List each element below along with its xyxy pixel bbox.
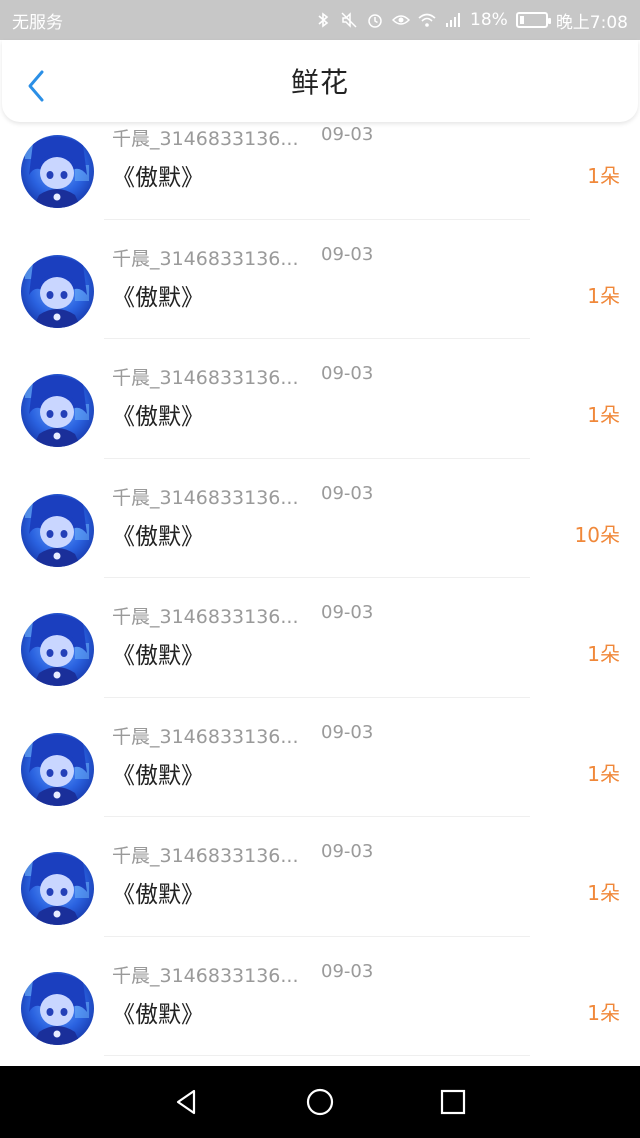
signal-icon <box>446 13 461 27</box>
avatar[interactable] <box>21 374 94 447</box>
list-item[interactable]: 千晨_3146833136... 09-03 《傲默》 10朵 <box>0 459 640 578</box>
page-title: 鲜花 <box>290 66 349 99</box>
flower-count: 1朵 <box>587 881 620 905</box>
flower-count: 1朵 <box>587 283 620 308</box>
back-triangle-icon <box>176 1089 195 1115</box>
avatar[interactable] <box>21 493 94 567</box>
eye-icon <box>392 15 411 25</box>
list-item[interactable]: 千晨_3146833136... 09-03 《傲默》 1朵 <box>0 698 640 817</box>
back-button[interactable] <box>22 66 52 106</box>
book-title: 《傲默》 <box>112 762 204 789</box>
book-title: 《傲默》 <box>112 284 204 311</box>
avatar-image <box>21 254 94 328</box>
status-icons: 18% 晚上7:08 <box>314 8 628 33</box>
alarm-icon <box>368 14 382 28</box>
user-name: 千晨_3146833136... <box>112 845 299 867</box>
home-circle-icon <box>306 1088 334 1116</box>
battery-icon <box>515 12 551 28</box>
system-home-button[interactable] <box>300 1082 340 1122</box>
book-title: 《傲默》 <box>112 643 204 669</box>
list-item[interactable]: 千晨_3146833136... 09-03 《傲默》 1朵 <box>0 937 640 1056</box>
book-title: 《傲默》 <box>112 165 204 191</box>
carrier-label: 无服务 <box>12 12 63 33</box>
item-date: 09-03 <box>321 243 374 265</box>
item-date: 09-03 <box>321 602 374 623</box>
avatar-image <box>21 493 94 567</box>
avatar-image <box>21 135 94 208</box>
user-name: 千晨_3146833136... <box>112 486 299 509</box>
divider <box>104 1055 530 1056</box>
flower-count: 1朵 <box>587 164 620 188</box>
user-name: 千晨_3146833136... <box>112 247 299 270</box>
avatar[interactable] <box>21 732 94 806</box>
nav-bar: 鲜花 <box>2 40 638 122</box>
list-item[interactable]: 千晨_3146833136... 09-03 《傲默》 1朵 <box>0 578 640 698</box>
flower-count: 1朵 <box>587 761 620 786</box>
book-title: 《傲默》 <box>112 882 204 908</box>
system-back-button[interactable] <box>167 1082 207 1122</box>
status-bar: 无服务 18% 晚上7:08 <box>0 0 640 40</box>
list-item[interactable]: 千晨_3146833136... 09-03 《傲默》 1朵 <box>0 220 640 339</box>
avatar[interactable] <box>21 135 94 208</box>
avatar[interactable] <box>21 971 94 1045</box>
flower-count: 1朵 <box>587 1000 620 1025</box>
flower-count: 1朵 <box>587 403 620 427</box>
battery-fill <box>519 16 524 24</box>
avatar-image <box>21 374 94 447</box>
user-name: 千晨_3146833136... <box>112 725 299 748</box>
avatar-image <box>21 852 94 925</box>
flower-count: 10朵 <box>574 522 620 547</box>
avatar-image <box>21 732 94 806</box>
list-item[interactable]: 千晨_3146833136... 09-03 《傲默》 1朵 <box>0 339 640 459</box>
book-title: 《傲默》 <box>112 404 204 430</box>
flower-count: 1朵 <box>587 642 620 666</box>
avatar[interactable] <box>21 613 94 686</box>
avatar[interactable] <box>21 254 94 328</box>
user-name: 千晨_3146833136... <box>112 606 299 628</box>
system-nav-bar <box>0 1066 640 1138</box>
battery-percent: 18% <box>470 10 508 30</box>
book-title: 《傲默》 <box>112 1001 204 1028</box>
item-date: 09-03 <box>321 124 374 145</box>
recents-square-icon <box>441 1089 466 1115</box>
item-date: 09-03 <box>321 721 374 743</box>
item-date: 09-03 <box>321 363 374 384</box>
item-date: 09-03 <box>321 841 374 862</box>
list-item[interactable]: 千晨_3146833136... 09-03 《傲默》 1朵 <box>0 817 640 937</box>
user-name: 千晨_3146833136... <box>112 964 299 987</box>
avatar[interactable] <box>21 852 94 925</box>
avatar-image <box>21 613 94 686</box>
chevron-left-icon <box>28 70 44 102</box>
clock: 晚上7:08 <box>555 12 628 33</box>
user-name: 千晨_3146833136... <box>112 128 299 150</box>
book-title: 《傲默》 <box>112 523 204 550</box>
user-name: 千晨_3146833136... <box>112 367 299 389</box>
screen: 无服务 18% 晚上7:08 千晨_3146833136... 09-03 《傲… <box>0 0 640 1138</box>
flower-list: 千晨_3146833136... 09-03 《傲默》 1朵 千晨_314683… <box>0 100 640 1056</box>
system-recents-button[interactable] <box>433 1082 473 1122</box>
item-date: 09-03 <box>321 482 374 504</box>
item-date: 09-03 <box>321 960 374 982</box>
bluetooth-icon <box>318 12 329 28</box>
avatar-image <box>21 971 94 1045</box>
mute-icon <box>341 12 357 28</box>
wifi-icon <box>418 13 436 27</box>
